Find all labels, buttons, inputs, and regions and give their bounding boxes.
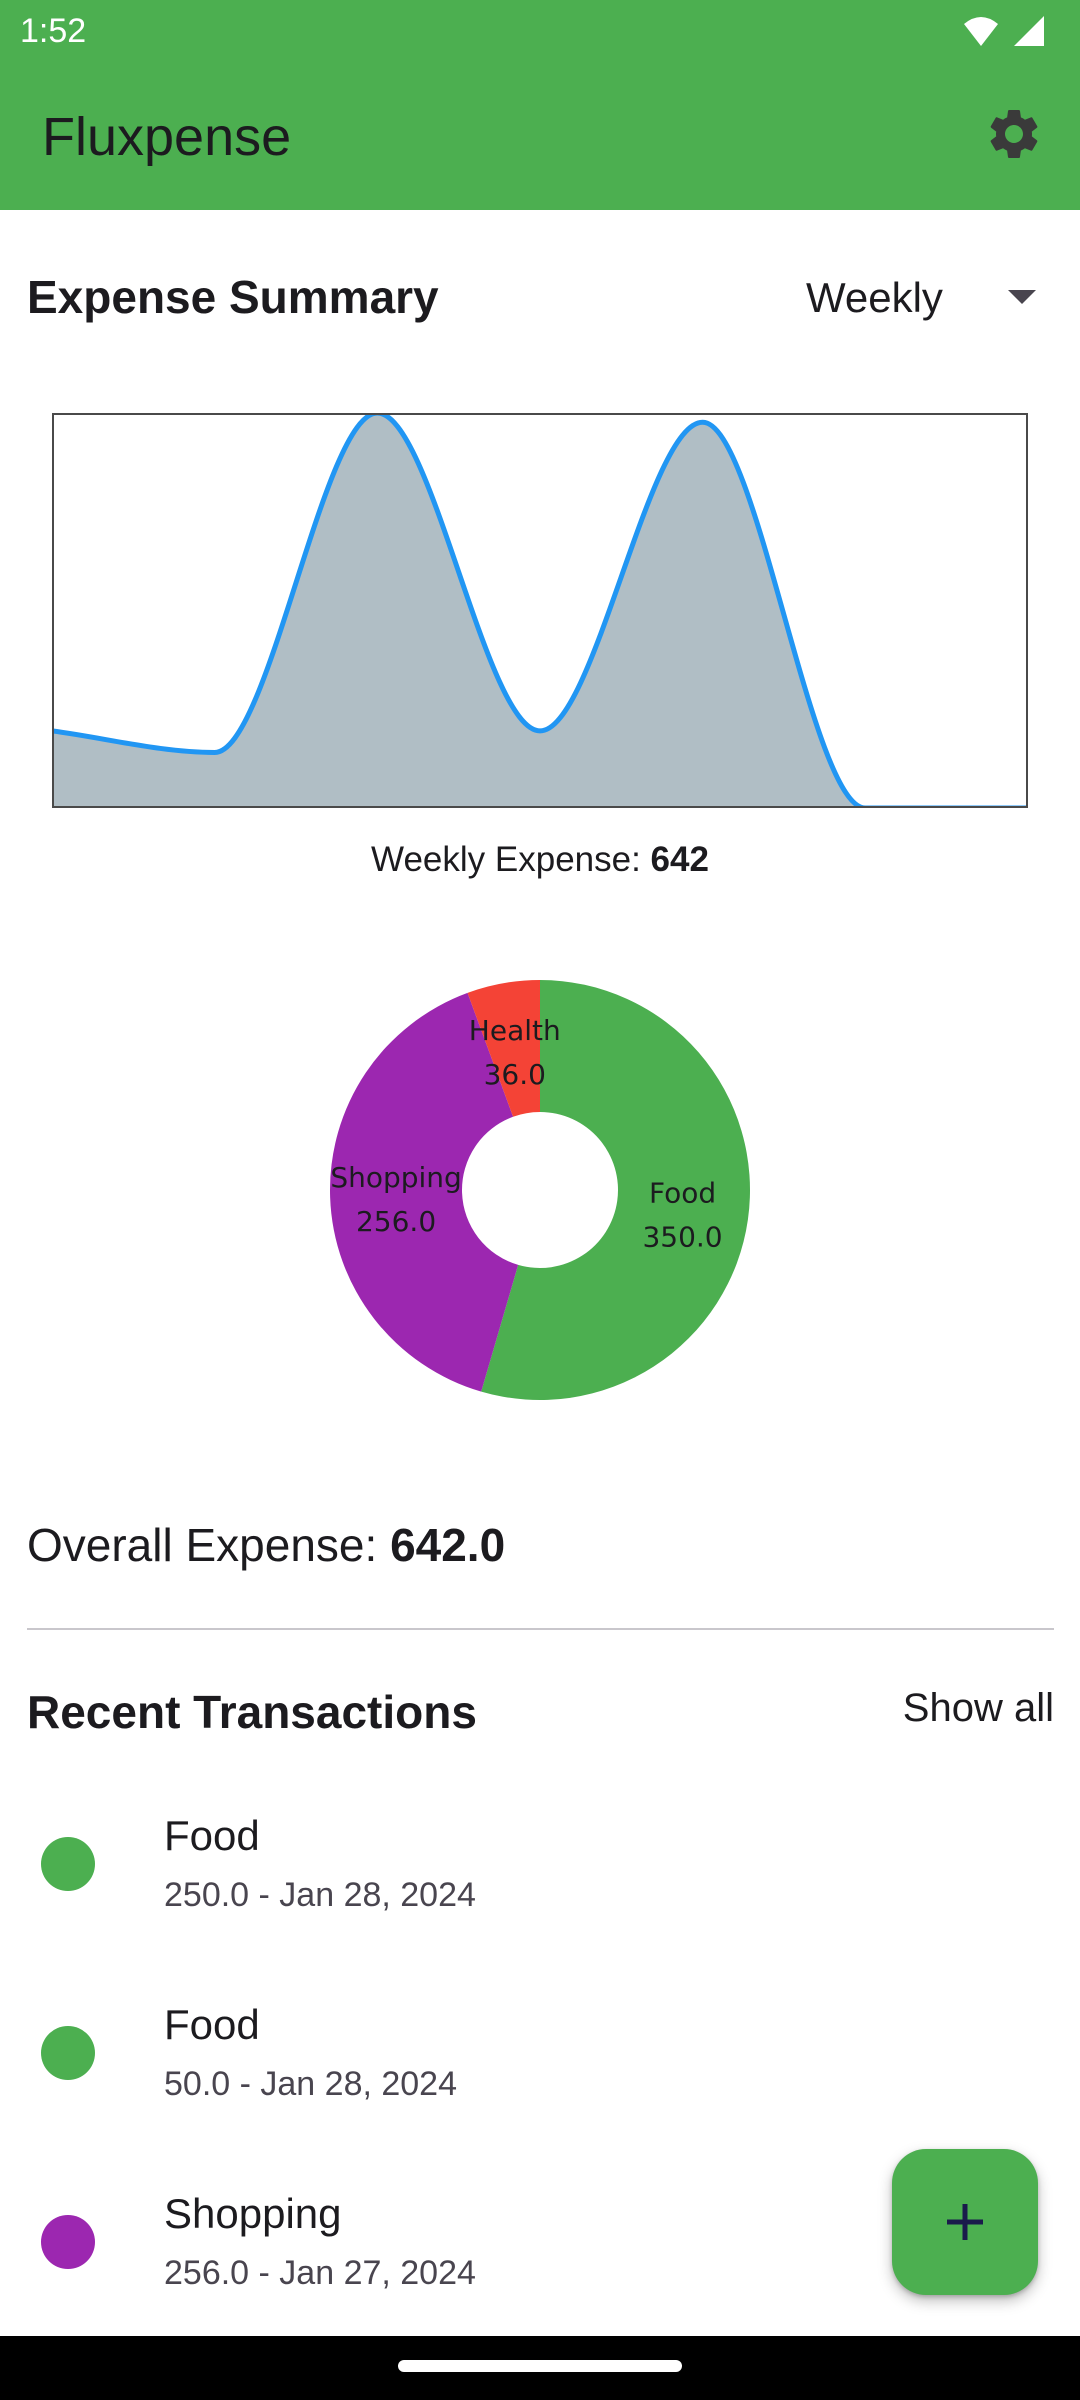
caret-down-icon <box>1008 290 1036 306</box>
period-dropdown[interactable]: Weekly <box>806 268 1036 328</box>
category-dot-icon <box>41 1837 95 1891</box>
pie-label-value: 350.0 <box>642 1220 722 1253</box>
pie-label-value: 36.0 <box>484 1058 546 1091</box>
add-transaction-button[interactable] <box>892 2149 1038 2295</box>
cell-signal-icon <box>1010 14 1048 48</box>
plus-icon <box>947 2204 983 2240</box>
weekly-expense-label: Weekly Expense: 642 <box>0 840 1080 880</box>
overall-expense-prefix: Overall Expense: <box>27 1519 391 1571</box>
overall-expense: Overall Expense: 642.0 <box>27 1518 505 1572</box>
weekly-area-chart <box>52 413 1028 808</box>
pie-label-category: Health <box>469 1014 561 1047</box>
category-pie-chart: Food 350.0 Shopping 256.0 Health 36.0 <box>329 980 750 1400</box>
pie-label-value: 256.0 <box>356 1205 436 1238</box>
period-value: Weekly <box>806 274 943 321</box>
status-icons <box>962 14 1048 48</box>
transaction-category: Food <box>164 2001 260 2048</box>
transaction-category: Shopping <box>164 2190 342 2237</box>
gear-icon <box>990 109 1038 158</box>
home-gesture-handle[interactable] <box>398 2360 682 2372</box>
app-title: Fluxpense <box>42 107 292 167</box>
pie-label-category: Food <box>649 1176 716 1209</box>
transaction-detail: 50.0 - Jan 28, 2024 <box>164 2065 458 2103</box>
expense-summary-title: Expense Summary <box>27 271 439 323</box>
status-time: 1:52 <box>20 12 87 50</box>
transaction-item[interactable]: Food 250.0 - Jan 28, 2024 <box>0 1770 1080 1959</box>
divider <box>27 1628 1054 1630</box>
category-dot-icon <box>41 2026 95 2080</box>
recent-transactions-title: Recent Transactions <box>27 1686 477 1738</box>
weekly-expense-prefix: Weekly Expense: <box>371 840 651 879</box>
settings-button[interactable] <box>984 104 1044 164</box>
app-bar: Fluxpense <box>0 64 1080 210</box>
category-dot-icon <box>41 2215 95 2269</box>
overall-expense-value: 642.0 <box>390 1519 506 1571</box>
transaction-detail: 250.0 - Jan 28, 2024 <box>164 1876 476 1914</box>
transaction-detail: 256.0 - Jan 27, 2024 <box>164 2254 476 2292</box>
transaction-category: Food <box>164 1812 260 1859</box>
wifi-icon <box>962 14 1000 48</box>
transaction-item[interactable]: Food 50.0 - Jan 28, 2024 <box>0 1959 1080 2148</box>
pie-label-category: Shopping <box>330 1161 462 1194</box>
status-bar: 1:52 <box>0 0 1080 64</box>
show-all-button[interactable]: Show all <box>903 1686 1054 1731</box>
system-nav-bar <box>0 2336 1080 2400</box>
weekly-expense-value: 642 <box>650 840 709 879</box>
